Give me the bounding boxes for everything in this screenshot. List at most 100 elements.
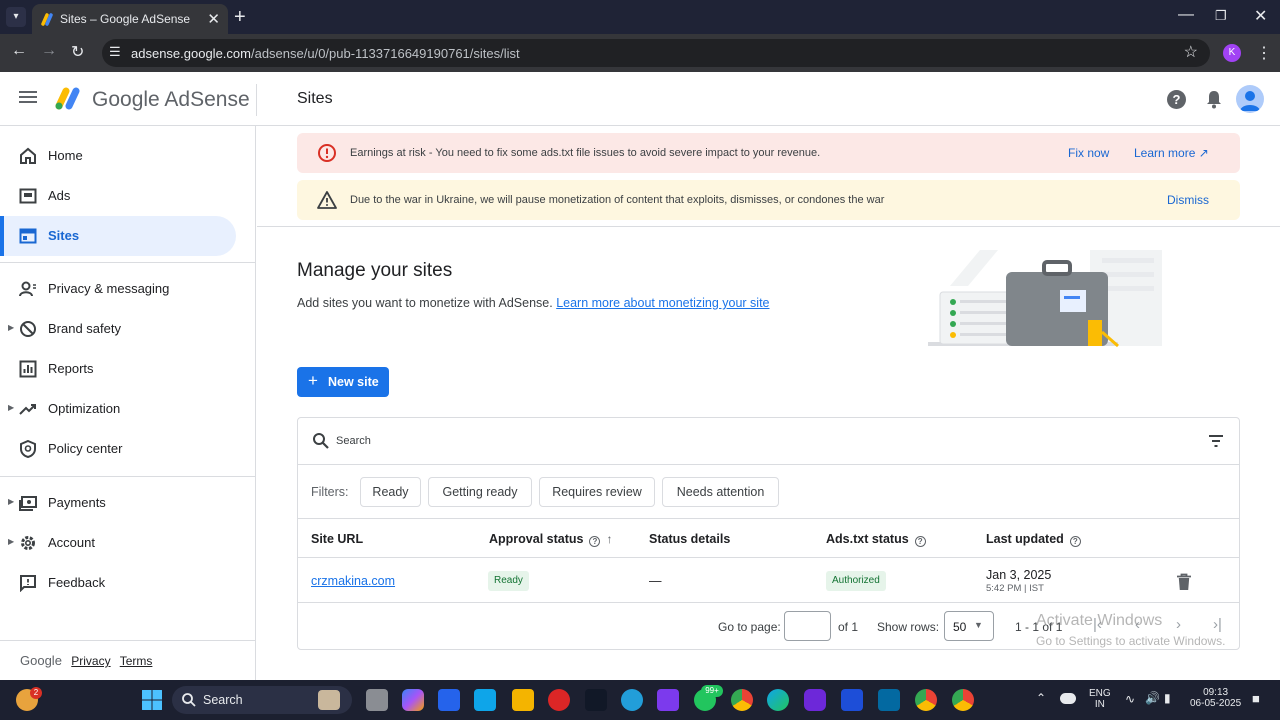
sidebar-item-label: Home xyxy=(48,148,83,163)
sidebar-item-label: Feedback xyxy=(48,575,106,590)
rows-per-page-select[interactable]: 50 ▼ xyxy=(944,611,994,641)
sidebar-item-ads[interactable]: Ads xyxy=(0,176,236,216)
browser-tab-active[interactable]: Sites – Google AdSense ✕ xyxy=(32,4,228,34)
last-page-icon[interactable]: ›| xyxy=(1213,616,1222,633)
opera-browser-icon[interactable] xyxy=(548,689,570,711)
sidebar-item-policy-center[interactable]: Policy center xyxy=(0,429,236,469)
tray-overflow-icon[interactable]: ⌃ xyxy=(1036,691,1046,705)
filter-chip-getting-ready[interactable]: Getting ready xyxy=(428,477,532,507)
column-header-status-details[interactable]: Status details xyxy=(649,532,730,546)
sidebar-item-brand-safety[interactable]: ▶ Brand safety xyxy=(0,309,236,349)
main-menu-icon[interactable] xyxy=(18,88,38,108)
browser-profile-avatar[interactable]: K xyxy=(1223,44,1241,62)
notifications-bell-icon[interactable] xyxy=(1204,89,1224,109)
browser-toolbar: ← → ↻ ☰ adsense.google.com/adsense/u/0/p… xyxy=(0,34,1280,72)
bookmark-star-icon[interactable]: ☆ xyxy=(1184,42,1198,62)
brand-name: Google AdSense xyxy=(92,88,250,111)
minimize-icon[interactable]: — xyxy=(1178,6,1194,24)
search-input[interactable] xyxy=(336,432,1036,450)
ads-icon xyxy=(19,188,37,204)
window-close-icon[interactable]: ✕ xyxy=(1254,6,1267,26)
browser-menu-icon[interactable]: ⋮ xyxy=(1256,43,1272,63)
sidebar-item-feedback[interactable]: Feedback xyxy=(0,563,236,603)
new-tab-icon[interactable]: + xyxy=(234,6,246,29)
app-icon[interactable] xyxy=(474,689,496,711)
dismiss-button[interactable]: Dismiss xyxy=(1167,193,1209,207)
sidebar-item-sites[interactable]: Sites xyxy=(0,216,236,256)
filter-list-icon[interactable] xyxy=(1208,434,1224,448)
account-avatar[interactable] xyxy=(1236,85,1264,113)
remote-desktop-icon[interactable] xyxy=(878,689,900,711)
task-view-icon[interactable] xyxy=(366,689,388,711)
site-info-icon[interactable]: ☰ xyxy=(109,44,121,60)
risk-banner-text: Earnings at risk - You need to fix some … xyxy=(350,147,821,159)
terms-link[interactable]: Terms xyxy=(120,654,153,668)
taskbar-search-box[interactable]: Search xyxy=(172,686,352,714)
chrome-active-icon[interactable] xyxy=(952,689,974,711)
sidebar-item-label: Reports xyxy=(48,361,94,376)
sites-icon xyxy=(19,228,37,244)
external-link-icon: ↗ xyxy=(1198,146,1209,160)
go-to-page-input[interactable] xyxy=(784,611,831,641)
tab-list-button[interactable]: ▾ xyxy=(6,7,26,27)
telegram-icon[interactable] xyxy=(621,689,643,711)
copilot-icon[interactable] xyxy=(402,689,424,711)
file-explorer-icon[interactable] xyxy=(512,689,534,711)
filter-chip-ready[interactable]: Ready xyxy=(360,477,421,507)
language-indicator[interactable]: ENG IN xyxy=(1089,688,1111,710)
block-icon xyxy=(20,321,36,337)
column-header-site-url[interactable]: Site URL xyxy=(311,532,363,546)
forward-icon[interactable]: → xyxy=(41,42,57,60)
activate-windows-watermark: Activate Windows xyxy=(1036,612,1163,629)
chrome-profile-icon[interactable] xyxy=(915,689,937,711)
filter-chip-needs-attention[interactable]: Needs attention xyxy=(662,477,779,507)
back-icon[interactable]: ← xyxy=(11,42,27,60)
sidebar-item-account[interactable]: ▶ Account xyxy=(0,523,236,563)
sidebar-item-payments[interactable]: ▶ Payments xyxy=(0,483,236,523)
warning-icon xyxy=(317,191,337,209)
header-label: Last updated xyxy=(986,532,1064,546)
next-page-icon[interactable]: › xyxy=(1176,616,1181,633)
sidebar-item-optimization[interactable]: ▶ Optimization xyxy=(0,389,236,429)
help-circle-icon[interactable]: ? xyxy=(1069,536,1081,547)
wifi-icon[interactable]: ∿ xyxy=(1125,692,1135,706)
learn-more-link[interactable]: Learn more ↗ xyxy=(1134,146,1209,160)
column-header-last-updated[interactable]: Last updated? xyxy=(986,532,1081,547)
intellij-icon[interactable] xyxy=(585,689,607,711)
sidebar-item-privacy-messaging[interactable]: Privacy & messaging xyxy=(0,269,236,309)
video-editor-icon[interactable] xyxy=(657,689,679,711)
sort-arrow-up-icon[interactable]: ↑ xyxy=(606,532,612,546)
payments-icon xyxy=(19,496,37,511)
microsoft-store-icon[interactable] xyxy=(438,689,460,711)
fix-now-button[interactable]: Fix now xyxy=(1068,146,1109,160)
reload-icon[interactable]: ↻ xyxy=(71,42,84,62)
sidebar-item-reports[interactable]: Reports xyxy=(0,349,236,389)
help-circle-icon[interactable]: ? xyxy=(914,536,926,547)
go-to-page-label: Go to page: xyxy=(718,620,781,634)
address-bar[interactable]: ☰ adsense.google.com/adsense/u/0/pub-113… xyxy=(102,39,1210,67)
maximize-icon[interactable]: ❐ xyxy=(1215,8,1227,24)
battery-icon[interactable]: ▮ xyxy=(1164,691,1171,705)
edge-icon[interactable] xyxy=(767,689,789,711)
app-d-icon[interactable] xyxy=(804,689,826,711)
help-circle-icon[interactable]: ? xyxy=(589,536,601,547)
sidebar-item-home[interactable]: Home xyxy=(0,136,236,176)
new-site-button[interactable]: + New site xyxy=(297,367,389,397)
delete-trash-icon[interactable] xyxy=(1176,573,1192,591)
column-header-approval-status[interactable]: Approval status? ↑ xyxy=(489,532,612,547)
jira-icon[interactable] xyxy=(841,689,863,711)
notification-center-icon[interactable]: ■ xyxy=(1252,691,1260,706)
onedrive-icon[interactable] xyxy=(1060,693,1076,704)
clock[interactable]: 09:13 06-05-2025 xyxy=(1190,687,1241,709)
column-header-ads-txt-status[interactable]: Ads.txt status? xyxy=(826,532,926,547)
volume-icon[interactable]: 🔊 xyxy=(1145,691,1160,705)
tab-close-icon[interactable]: ✕ xyxy=(207,10,220,28)
privacy-link[interactable]: Privacy xyxy=(71,654,110,668)
taskbar-search-label: Search xyxy=(203,693,243,707)
monetizing-learn-more-link[interactable]: Learn more about monetizing your site xyxy=(556,296,769,310)
chrome-icon[interactable] xyxy=(731,689,753,711)
filter-chip-requires-review[interactable]: Requires review xyxy=(539,477,655,507)
site-url-link[interactable]: crzmakina.com xyxy=(311,574,395,588)
help-icon[interactable]: ? xyxy=(1167,90,1186,109)
windows-start-icon[interactable] xyxy=(141,689,163,711)
